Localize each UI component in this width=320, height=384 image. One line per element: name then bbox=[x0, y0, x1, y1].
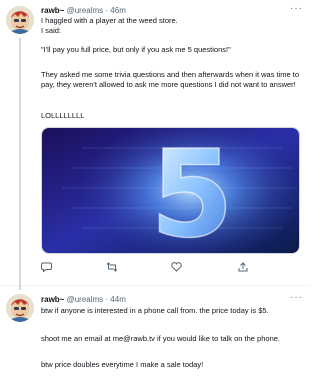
tweet-text-line: I haggled with a player at the weed stor… bbox=[41, 16, 178, 25]
separator: · bbox=[105, 295, 109, 304]
avatar-image-icon bbox=[6, 6, 34, 34]
tweet-header: rawb~ @urealms · 44m bbox=[41, 295, 126, 305]
share-icon[interactable] bbox=[238, 262, 248, 274]
tweet-text-line: shoot me an email at me@rawb.tv if you w… bbox=[41, 334, 280, 343]
more-options-icon[interactable]: ··· bbox=[290, 3, 303, 14]
handle[interactable]: @urealms bbox=[67, 6, 104, 15]
avatar-image-icon bbox=[6, 294, 34, 322]
thread-connector-line bbox=[19, 38, 21, 290]
display-name[interactable]: rawb~ bbox=[41, 6, 64, 15]
tweet-header: rawb~ @urealms · 46m bbox=[41, 6, 126, 16]
glowing-number-5-icon: 5 bbox=[42, 128, 299, 253]
timestamp[interactable]: 46m bbox=[110, 6, 126, 15]
display-name[interactable]: rawb~ bbox=[41, 295, 64, 304]
heart-icon[interactable] bbox=[171, 262, 182, 274]
tweet-text-line: btw if anyone is interested in a phone c… bbox=[41, 306, 269, 315]
svg-text:5: 5 bbox=[150, 128, 234, 253]
tweet-text-line: LOLLLLLLLL bbox=[41, 111, 85, 120]
tweet-text-paragraph: They asked me some trivia questions and … bbox=[41, 70, 300, 89]
more-options-icon[interactable]: ··· bbox=[290, 292, 303, 303]
tweet-text-line: I said: bbox=[41, 26, 62, 35]
tweet-actions bbox=[41, 262, 298, 276]
reply-icon[interactable] bbox=[41, 262, 52, 274]
timestamp[interactable]: 44m bbox=[110, 295, 126, 304]
retweet-icon[interactable] bbox=[106, 262, 118, 274]
separator: · bbox=[105, 6, 109, 15]
tweet-1[interactable]: rawb~ @urealms · 46m ··· I haggled with … bbox=[0, 0, 309, 290]
avatar[interactable] bbox=[6, 294, 34, 322]
tweet-text-line: "I'll pay you full price, but only if yo… bbox=[41, 45, 231, 54]
avatar[interactable] bbox=[6, 6, 34, 34]
tweet-2[interactable]: rawb~ @urealms · 44m ··· btw if anyone i… bbox=[0, 291, 309, 384]
tweet-text-line: btw price doubles everytime I make a sal… bbox=[41, 360, 204, 369]
handle[interactable]: @urealms bbox=[67, 295, 104, 304]
tweet-media-image[interactable]: 5 bbox=[41, 127, 300, 254]
